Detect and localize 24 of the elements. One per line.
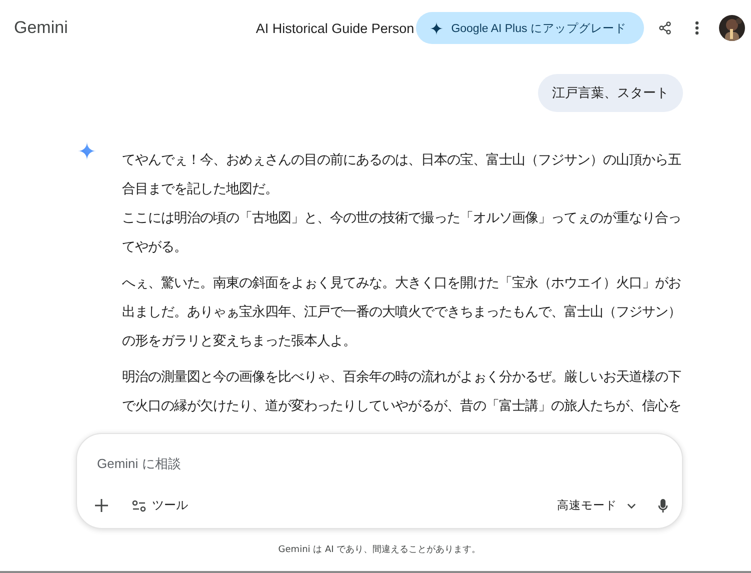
microphone-icon[interactable] xyxy=(658,498,668,512)
disclaimer-text: Gemini は AI であり、間違えることがあります。 xyxy=(277,544,482,556)
response-text: の形をガラリと変えちまった張本人よ。 xyxy=(122,332,356,351)
share-icon xyxy=(658,21,672,35)
tools-button[interactable]: ツール xyxy=(126,493,194,518)
response-text: 明治の測量図と今の画像を比べりゃ、百余年の時の流れがよぉく分かるぜ。厳しいお天道様の下 xyxy=(122,368,681,387)
response-text: てやがる。 xyxy=(122,239,187,257)
gemini-logo[interactable]: Gemini xyxy=(14,18,68,38)
response-text: 出ましだ。ありゃぁ宝永四年、江戸で一番の大噴火でできちまったもんで、富士山（フジサン） xyxy=(122,304,681,322)
response-text: ここには明治の頃の「古地図」と、今の世の技術で撮った「オルソ画像」ってぇのが重なり合っ xyxy=(122,210,681,228)
plus-icon[interactable] xyxy=(95,499,108,512)
response-text: てやんでぇ！今、おめぇさんの目の前にあるのは、日本の宝、富士山（フジサン）の山頂から五 xyxy=(122,152,681,170)
more-icon xyxy=(695,21,699,35)
response-text: 合目までを記した地図だ。 xyxy=(122,180,278,199)
tools-icon xyxy=(132,500,146,512)
response-text: へぇ、驚いた。南東の斜面をよぉく見てみな。大きく口を開けた「宝永（ホウエイ）火口」がお xyxy=(122,274,681,293)
upgrade-button[interactable]: Google AI Plus にアップグレード xyxy=(416,12,644,44)
sparkle-icon xyxy=(430,22,444,34)
sparkle-icon xyxy=(78,142,96,160)
response-text: で火口の縁が欠けたり、道が変わったりしていやがるが、昔の「富士講」の旅人たちが、信心を xyxy=(122,398,681,416)
mode-dropdown[interactable]: 高速モード xyxy=(551,494,642,517)
chat-title: AI Historical Guide Person xyxy=(256,20,414,36)
chevron-down-icon xyxy=(627,502,636,508)
user-message: 江戸言葉、スタート xyxy=(538,74,683,112)
